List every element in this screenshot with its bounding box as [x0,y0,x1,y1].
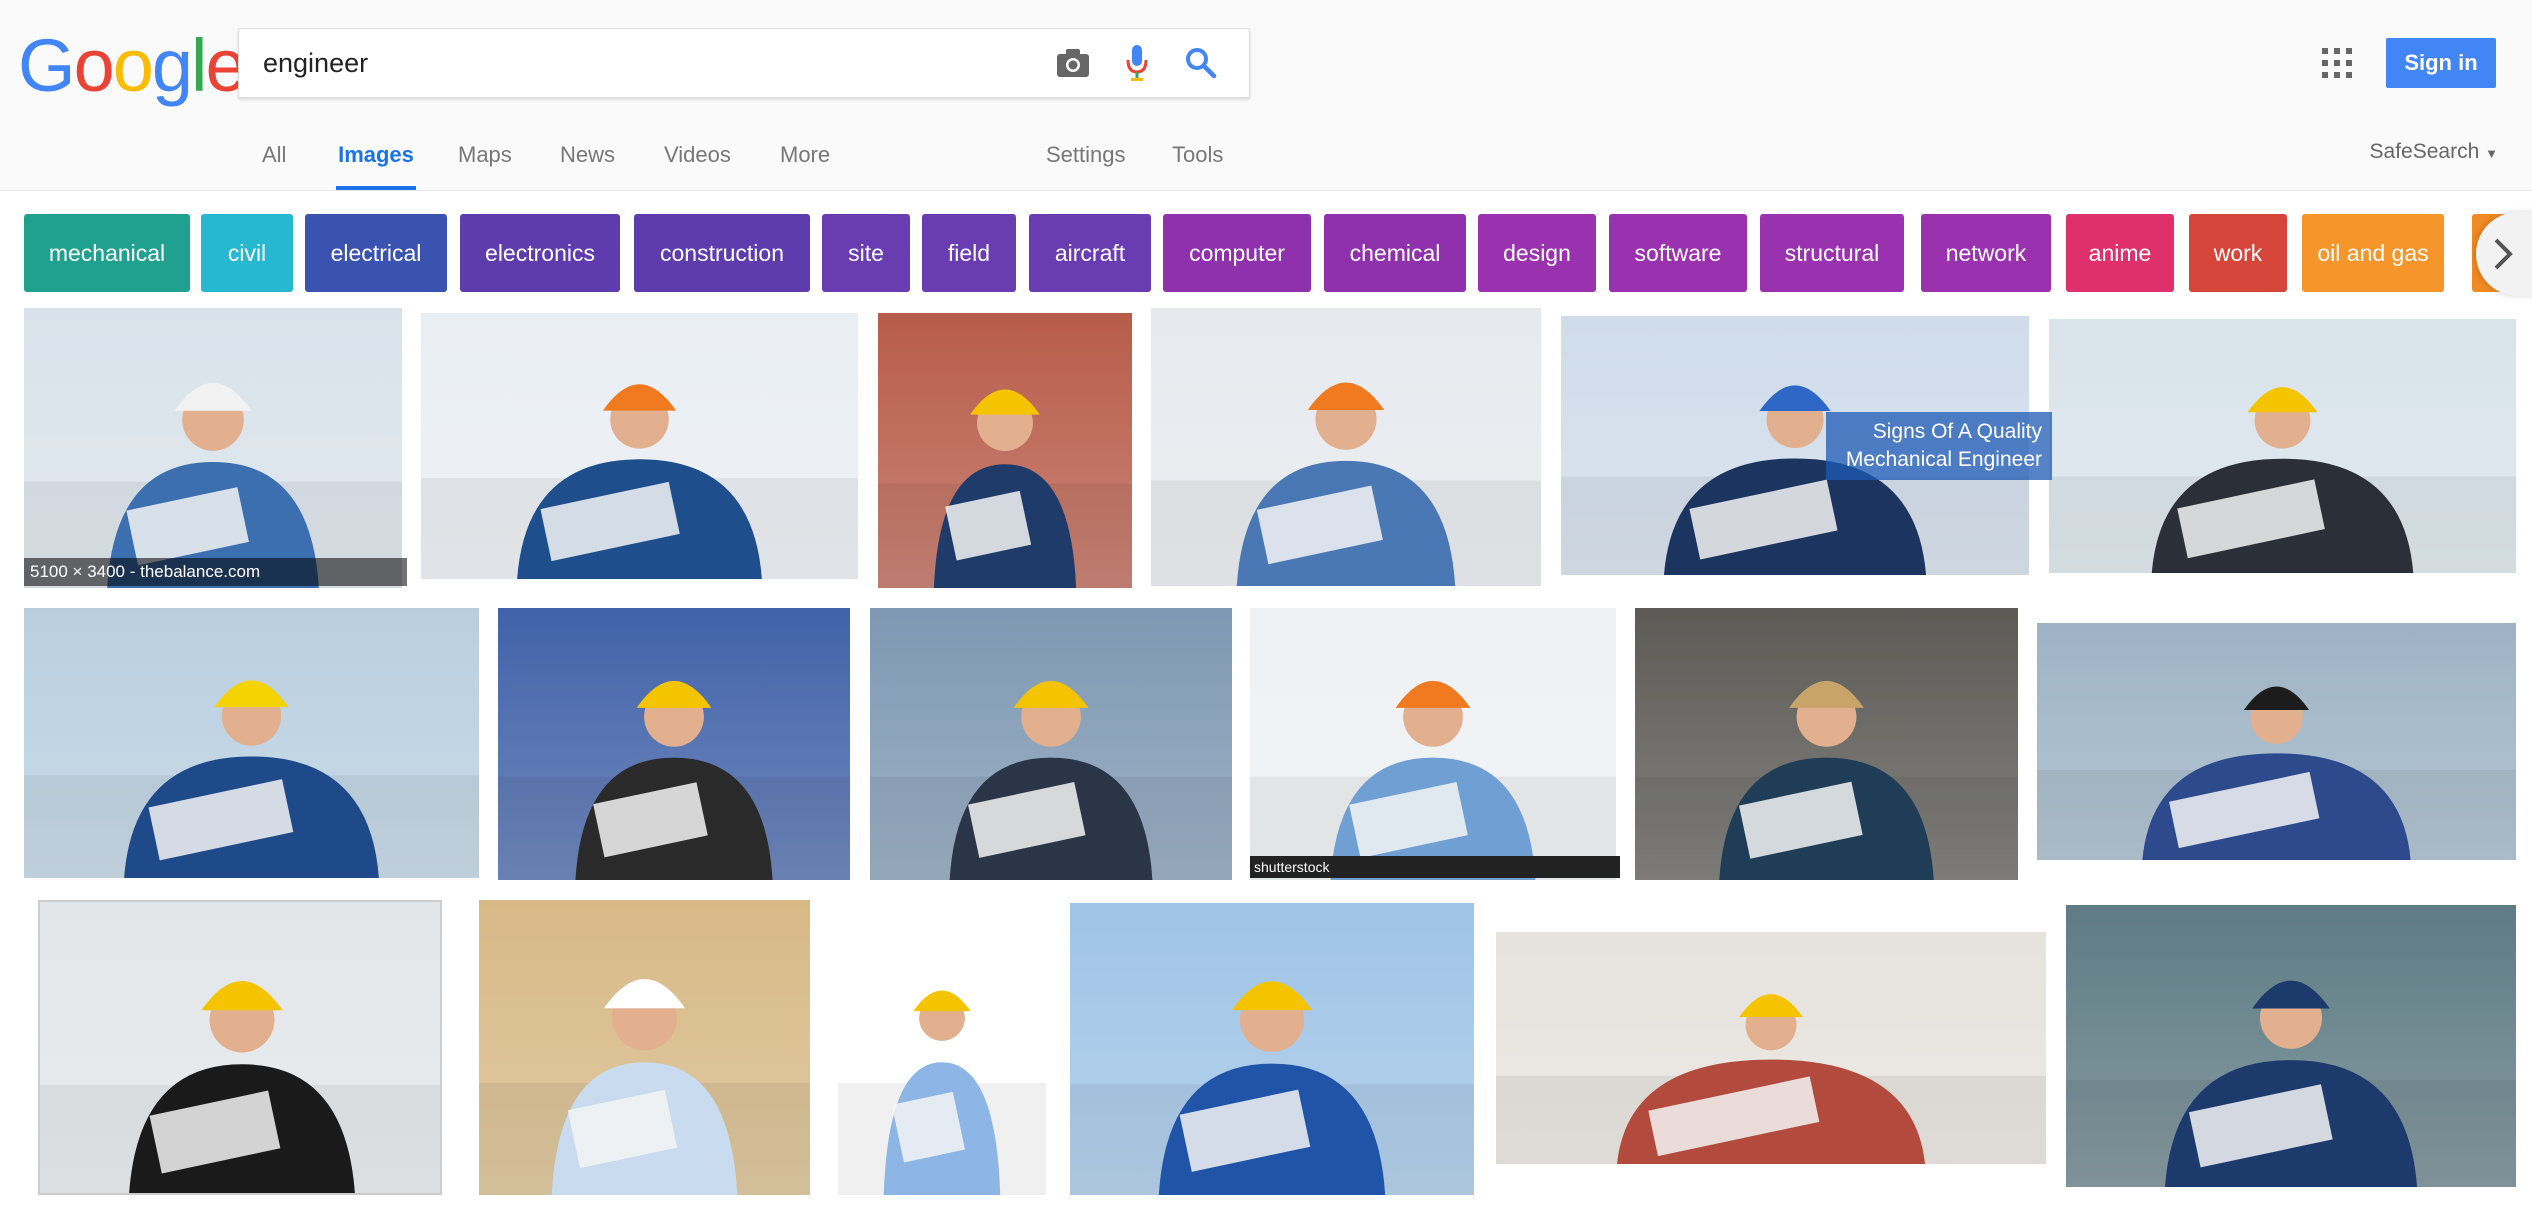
chip[interactable]: design [1478,214,1596,292]
chip[interactable]: structural [1760,214,1904,292]
tab-tools[interactable]: Tools [1172,130,1223,190]
image-result-thumbnail[interactable] [2037,623,2516,860]
image-result-thumbnail[interactable] [38,900,442,1195]
microphone-icon[interactable] [1117,43,1157,83]
image-result-thumbnail[interactable] [479,900,810,1195]
image-result-thumbnail[interactable] [421,313,858,579]
image-result-thumbnail[interactable] [870,608,1232,880]
image-overlay-text: Signs Of A Quality Mechanical Engineer [1826,412,2052,480]
image-result-thumbnail[interactable] [878,313,1132,588]
tab-images[interactable]: Images [336,130,416,190]
search-box [238,28,1250,98]
chip[interactable]: aircraft [1029,214,1151,292]
safesearch-dropdown[interactable]: SafeSearch ▼ [2370,140,2498,164]
related-chips: mechanical civil electrical electronics … [0,214,2532,294]
tab-maps[interactable]: Maps [458,130,512,190]
chip[interactable]: software [1609,214,1747,292]
chip[interactable]: civil [201,214,293,292]
image-result-thumbnail[interactable] [2049,319,2516,573]
chevron-down-icon: ▼ [2485,146,2498,161]
google-logo[interactable]: Google [18,24,247,107]
chip[interactable]: chemical [1324,214,1466,292]
chip[interactable]: electrical [305,214,447,292]
search-input[interactable] [263,29,1023,97]
image-result-thumbnail[interactable] [1635,608,2018,880]
search-tabs: All Images Maps News Videos More Setting… [0,130,2532,190]
image-result-thumbnail[interactable] [498,608,850,880]
image-watermark: shutterstock [1250,856,1620,878]
header-bar: Google Sign in All Images Maps News Vide… [0,0,2532,191]
logo-letter: o [73,24,115,107]
image-result-thumbnail[interactable] [838,900,1046,1195]
image-overlay-line: Mechanical Engineer [1845,448,2042,471]
chip[interactable]: network [1921,214,2051,292]
image-result-thumbnail[interactable] [24,608,479,878]
image-result-thumbnail[interactable] [2066,905,2516,1187]
image-result-thumbnail[interactable] [24,308,402,588]
logo-letter: g [151,24,193,107]
image-overlay-line: Signs Of A Quality [1872,420,2042,443]
chevron-right-icon [2494,238,2513,270]
image-result-thumbnail[interactable] [1250,608,1616,880]
chip[interactable]: construction [634,214,810,292]
chip[interactable]: field [922,214,1016,292]
tab-videos[interactable]: Videos [664,130,731,190]
chip[interactable]: mechanical [24,214,190,292]
image-result-thumbnail[interactable] [1070,903,1474,1195]
chip[interactable]: electronics [460,214,620,292]
chip[interactable]: work [2189,214,2287,292]
chip[interactable]: anime [2066,214,2174,292]
image-result-thumbnail[interactable] [1496,932,2046,1164]
sign-in-button[interactable]: Sign in [2386,38,2496,88]
tab-all[interactable]: All [262,130,286,190]
chip[interactable]: site [822,214,910,292]
tab-settings[interactable]: Settings [1046,130,1126,190]
image-caption: 5100 × 3400 - thebalance.com [24,558,407,586]
image-result-thumbnail[interactable] [1151,308,1541,586]
tab-more[interactable]: More [780,130,830,190]
camera-icon[interactable] [1053,43,1093,83]
chip[interactable]: oil and gas [2302,214,2444,292]
logo-letter: o [112,24,154,107]
search-icon[interactable] [1181,43,1221,83]
logo-letter: G [18,24,76,107]
tab-news[interactable]: News [560,130,615,190]
apps-grid-icon[interactable] [2322,48,2352,78]
safesearch-label: SafeSearch [2369,140,2480,163]
chip[interactable]: computer [1163,214,1311,292]
logo-letter: l [191,24,208,107]
